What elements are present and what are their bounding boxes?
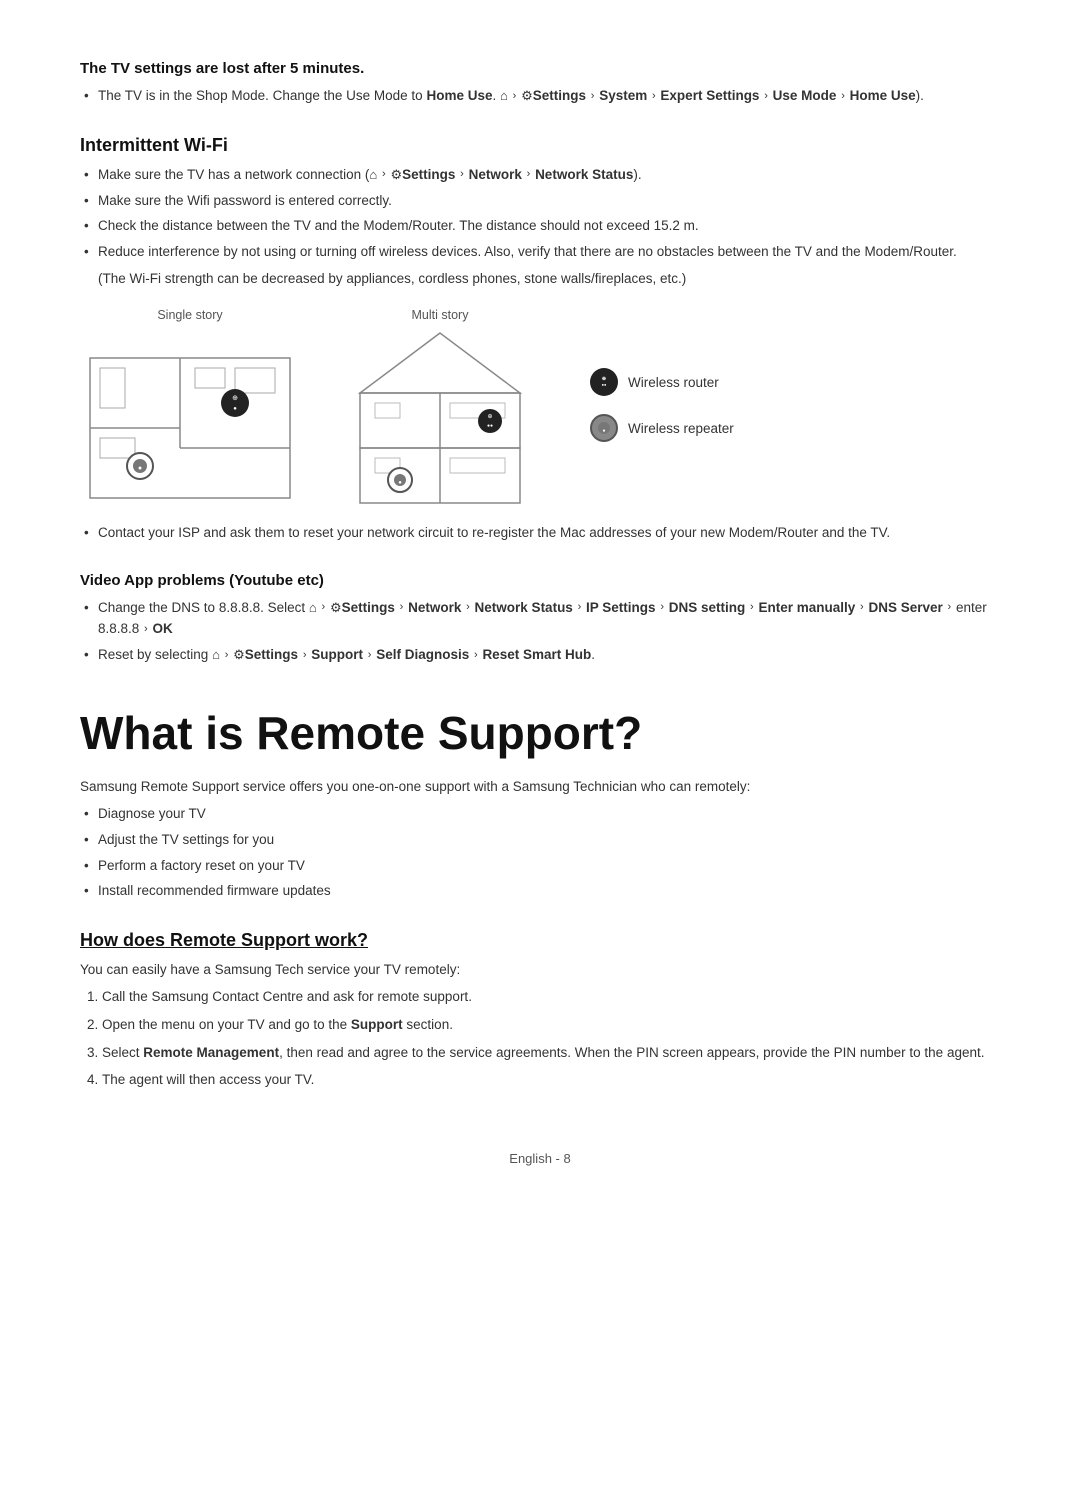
wifi-diagram: Single story ⊕ ●	[80, 308, 1000, 508]
tv-settings-section: The TV settings are lost after 5 minutes…	[80, 60, 1000, 107]
video-app-list: Change the DNS to 8.8.8.8. Select ⌂ › ⚙S…	[80, 597, 1000, 666]
how-remote-support-intro: You can easily have a Samsung Tech servi…	[80, 959, 1000, 981]
how-remote-support-heading: How does Remote Support work?	[80, 930, 1000, 951]
multi-story-label: Multi story	[412, 308, 469, 322]
remote-support-bullet2: Adjust the TV settings for you	[80, 829, 1000, 851]
router-legend-label: Wireless router	[628, 375, 719, 390]
svg-text:●: ●	[398, 480, 402, 486]
wifi-bullet2: Make sure the Wifi password is entered c…	[80, 190, 1000, 212]
remote-support-step4: The agent will then access your TV.	[102, 1069, 1000, 1091]
single-story-svg: ⊕ ● ●	[80, 328, 300, 508]
remote-support-section: What is Remote Support? Samsung Remote S…	[80, 706, 1000, 902]
wifi-list2: Contact your ISP and ask them to reset y…	[80, 522, 1000, 544]
remote-support-step3: Select Remote Management, then read and …	[102, 1042, 1000, 1064]
remote-support-steps: Call the Samsung Contact Centre and ask …	[80, 986, 1000, 1090]
wifi-section: Intermittent Wi-Fi Make sure the TV has …	[80, 135, 1000, 544]
tv-settings-text1: The TV is in the Shop Mode. Change the U…	[98, 88, 924, 103]
svg-text:⊕: ⊕	[232, 395, 238, 402]
video-app-section: Video App problems (Youtube etc) Change …	[80, 572, 1000, 666]
remote-support-heading: What is Remote Support?	[80, 706, 1000, 760]
remote-support-bullet1: Diagnose your TV	[80, 803, 1000, 825]
svg-text:●●: ●●	[602, 382, 607, 387]
wifi-heading: Intermittent Wi-Fi	[80, 135, 1000, 156]
single-story-label: Single story	[157, 308, 222, 322]
remote-support-bullets: Diagnose your TV Adjust the TV settings …	[80, 803, 1000, 901]
tv-settings-list: The TV is in the Shop Mode. Change the U…	[80, 85, 1000, 107]
remote-support-bullet4: Install recommended firmware updates	[80, 880, 1000, 902]
repeater-icon: ●	[590, 414, 618, 442]
svg-text:⊕: ⊕	[487, 414, 492, 420]
repeater-legend-item: ● Wireless repeater	[590, 414, 734, 442]
video-app-heading: Video App problems (Youtube etc)	[80, 572, 1000, 589]
remote-support-intro: Samsung Remote Support service offers yo…	[80, 776, 1000, 798]
multi-story-svg: ⊕ ●● ●	[330, 328, 550, 508]
router-legend-item: ⊕ ●● Wireless router	[590, 368, 734, 396]
single-story-block: Single story ⊕ ●	[80, 308, 300, 508]
repeater-legend-label: Wireless repeater	[628, 421, 734, 436]
svg-text:●: ●	[602, 428, 605, 434]
footer-text: English - 8	[509, 1151, 570, 1166]
svg-text:●●: ●●	[487, 423, 493, 429]
remote-support-step2: Open the menu on your TV and go to the S…	[102, 1014, 1000, 1036]
wifi-legend: ⊕ ●● Wireless router ● Wireless repeater	[590, 368, 734, 442]
tv-settings-heading: The TV settings are lost after 5 minutes…	[80, 60, 1000, 77]
remote-support-bullet3: Perform a factory reset on your TV	[80, 855, 1000, 877]
page-footer: English - 8	[80, 1151, 1000, 1166]
how-remote-support-section: How does Remote Support work? You can ea…	[80, 930, 1000, 1091]
video-app-bullet2: Reset by selecting ⌂ › ⚙Settings › Suppo…	[80, 644, 1000, 666]
wifi-bullet4: Reduce interference by not using or turn…	[80, 241, 1000, 263]
wifi-isp-bullet: Contact your ISP and ask them to reset y…	[80, 522, 1000, 544]
video-app-bullet1: Change the DNS to 8.8.8.8. Select ⌂ › ⚙S…	[80, 597, 1000, 640]
router-icon: ⊕ ●●	[590, 368, 618, 396]
multi-story-block: Multi story ⊕ ●	[330, 308, 550, 508]
wifi-note: (The Wi-Fi strength can be decreased by …	[80, 268, 1000, 290]
wifi-list: Make sure the TV has a network connectio…	[80, 164, 1000, 263]
svg-text:●: ●	[138, 465, 142, 472]
svg-text:●: ●	[233, 406, 237, 412]
wifi-bullet3: Check the distance between the TV and th…	[80, 215, 1000, 237]
wifi-bullet1: Make sure the TV has a network connectio…	[80, 164, 1000, 186]
remote-support-step1: Call the Samsung Contact Centre and ask …	[102, 986, 1000, 1008]
tv-settings-bullet1: The TV is in the Shop Mode. Change the U…	[80, 85, 1000, 107]
